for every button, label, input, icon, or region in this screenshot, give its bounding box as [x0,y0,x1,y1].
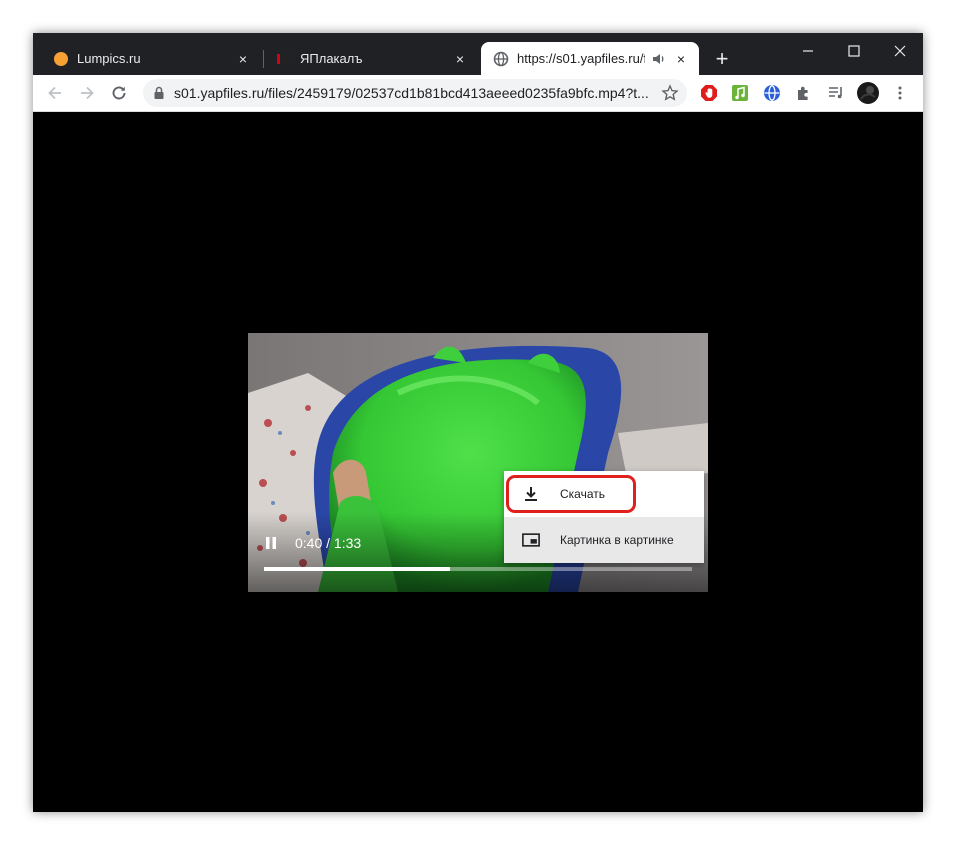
picture-in-picture-label: Картинка в картинке [560,533,674,547]
url-text[interactable]: s01.yapfiles.ru/files/2459179/02537cd1b8… [174,85,654,101]
tab-title: ЯПлакалъ [300,51,363,66]
address-bar[interactable]: s01.yapfiles.ru/files/2459179/02537cd1b8… [143,79,687,107]
maximize-button[interactable] [831,37,877,65]
video-progress-bar[interactable] [264,567,692,571]
speaker-icon[interactable] [651,51,667,67]
tab-strip: Lumpics.ru × ЯПлакалъ × https://s01.yapf… [33,33,923,75]
extensions-puzzle-icon[interactable] [795,84,813,102]
minimize-button[interactable] [785,37,831,65]
tab-close-icon[interactable]: × [235,51,251,67]
tab-close-icon[interactable]: × [673,51,689,67]
tab-yapfiles-active[interactable]: https://s01.yapfiles.ru/file × [481,42,699,75]
page-content: 0:40 / 1:33 Скачать Картинка в картинке [33,112,923,812]
video-progress-fill [264,567,451,571]
tab-title: https://s01.yapfiles.ru/file [517,51,645,66]
new-tab-button[interactable]: + [710,46,734,71]
tab-yaplakal[interactable]: ЯПлакалъ × [264,42,478,75]
tab-close-icon[interactable]: × [452,51,468,67]
vpn-globe-extension-icon[interactable] [763,84,781,102]
media-controls-icon[interactable] [827,84,845,102]
lock-icon[interactable] [153,86,165,105]
back-button[interactable] [43,81,67,105]
tab-title: Lumpics.ru [77,51,141,66]
browser-toolbar: s01.yapfiles.ru/files/2459179/02537cd1b8… [33,75,923,112]
playback-time: 0:40 / 1:33 [295,535,362,551]
music-extension-icon[interactable] [731,84,749,102]
forward-button[interactable] [75,81,99,105]
download-highlight-annotation [506,475,636,513]
picture-in-picture-icon [522,531,540,549]
tab-lumpics[interactable]: Lumpics.ru × [41,42,261,75]
browser-window: Lumpics.ru × ЯПлакалъ × https://s01.yapf… [33,33,923,812]
pause-icon[interactable] [264,536,278,550]
adblock-extension-icon[interactable] [700,84,718,102]
orange-circle-icon [53,51,69,67]
reload-button[interactable] [107,81,131,105]
yaplakal-logo-icon [276,51,292,67]
avatar[interactable] [857,82,879,104]
picture-in-picture-menu-item[interactable]: Картинка в картинке [504,517,704,563]
close-window-button[interactable] [877,37,923,65]
more-menu-icon[interactable] [891,84,909,102]
bookmark-star-icon[interactable] [661,84,679,107]
globe-icon [493,51,509,67]
